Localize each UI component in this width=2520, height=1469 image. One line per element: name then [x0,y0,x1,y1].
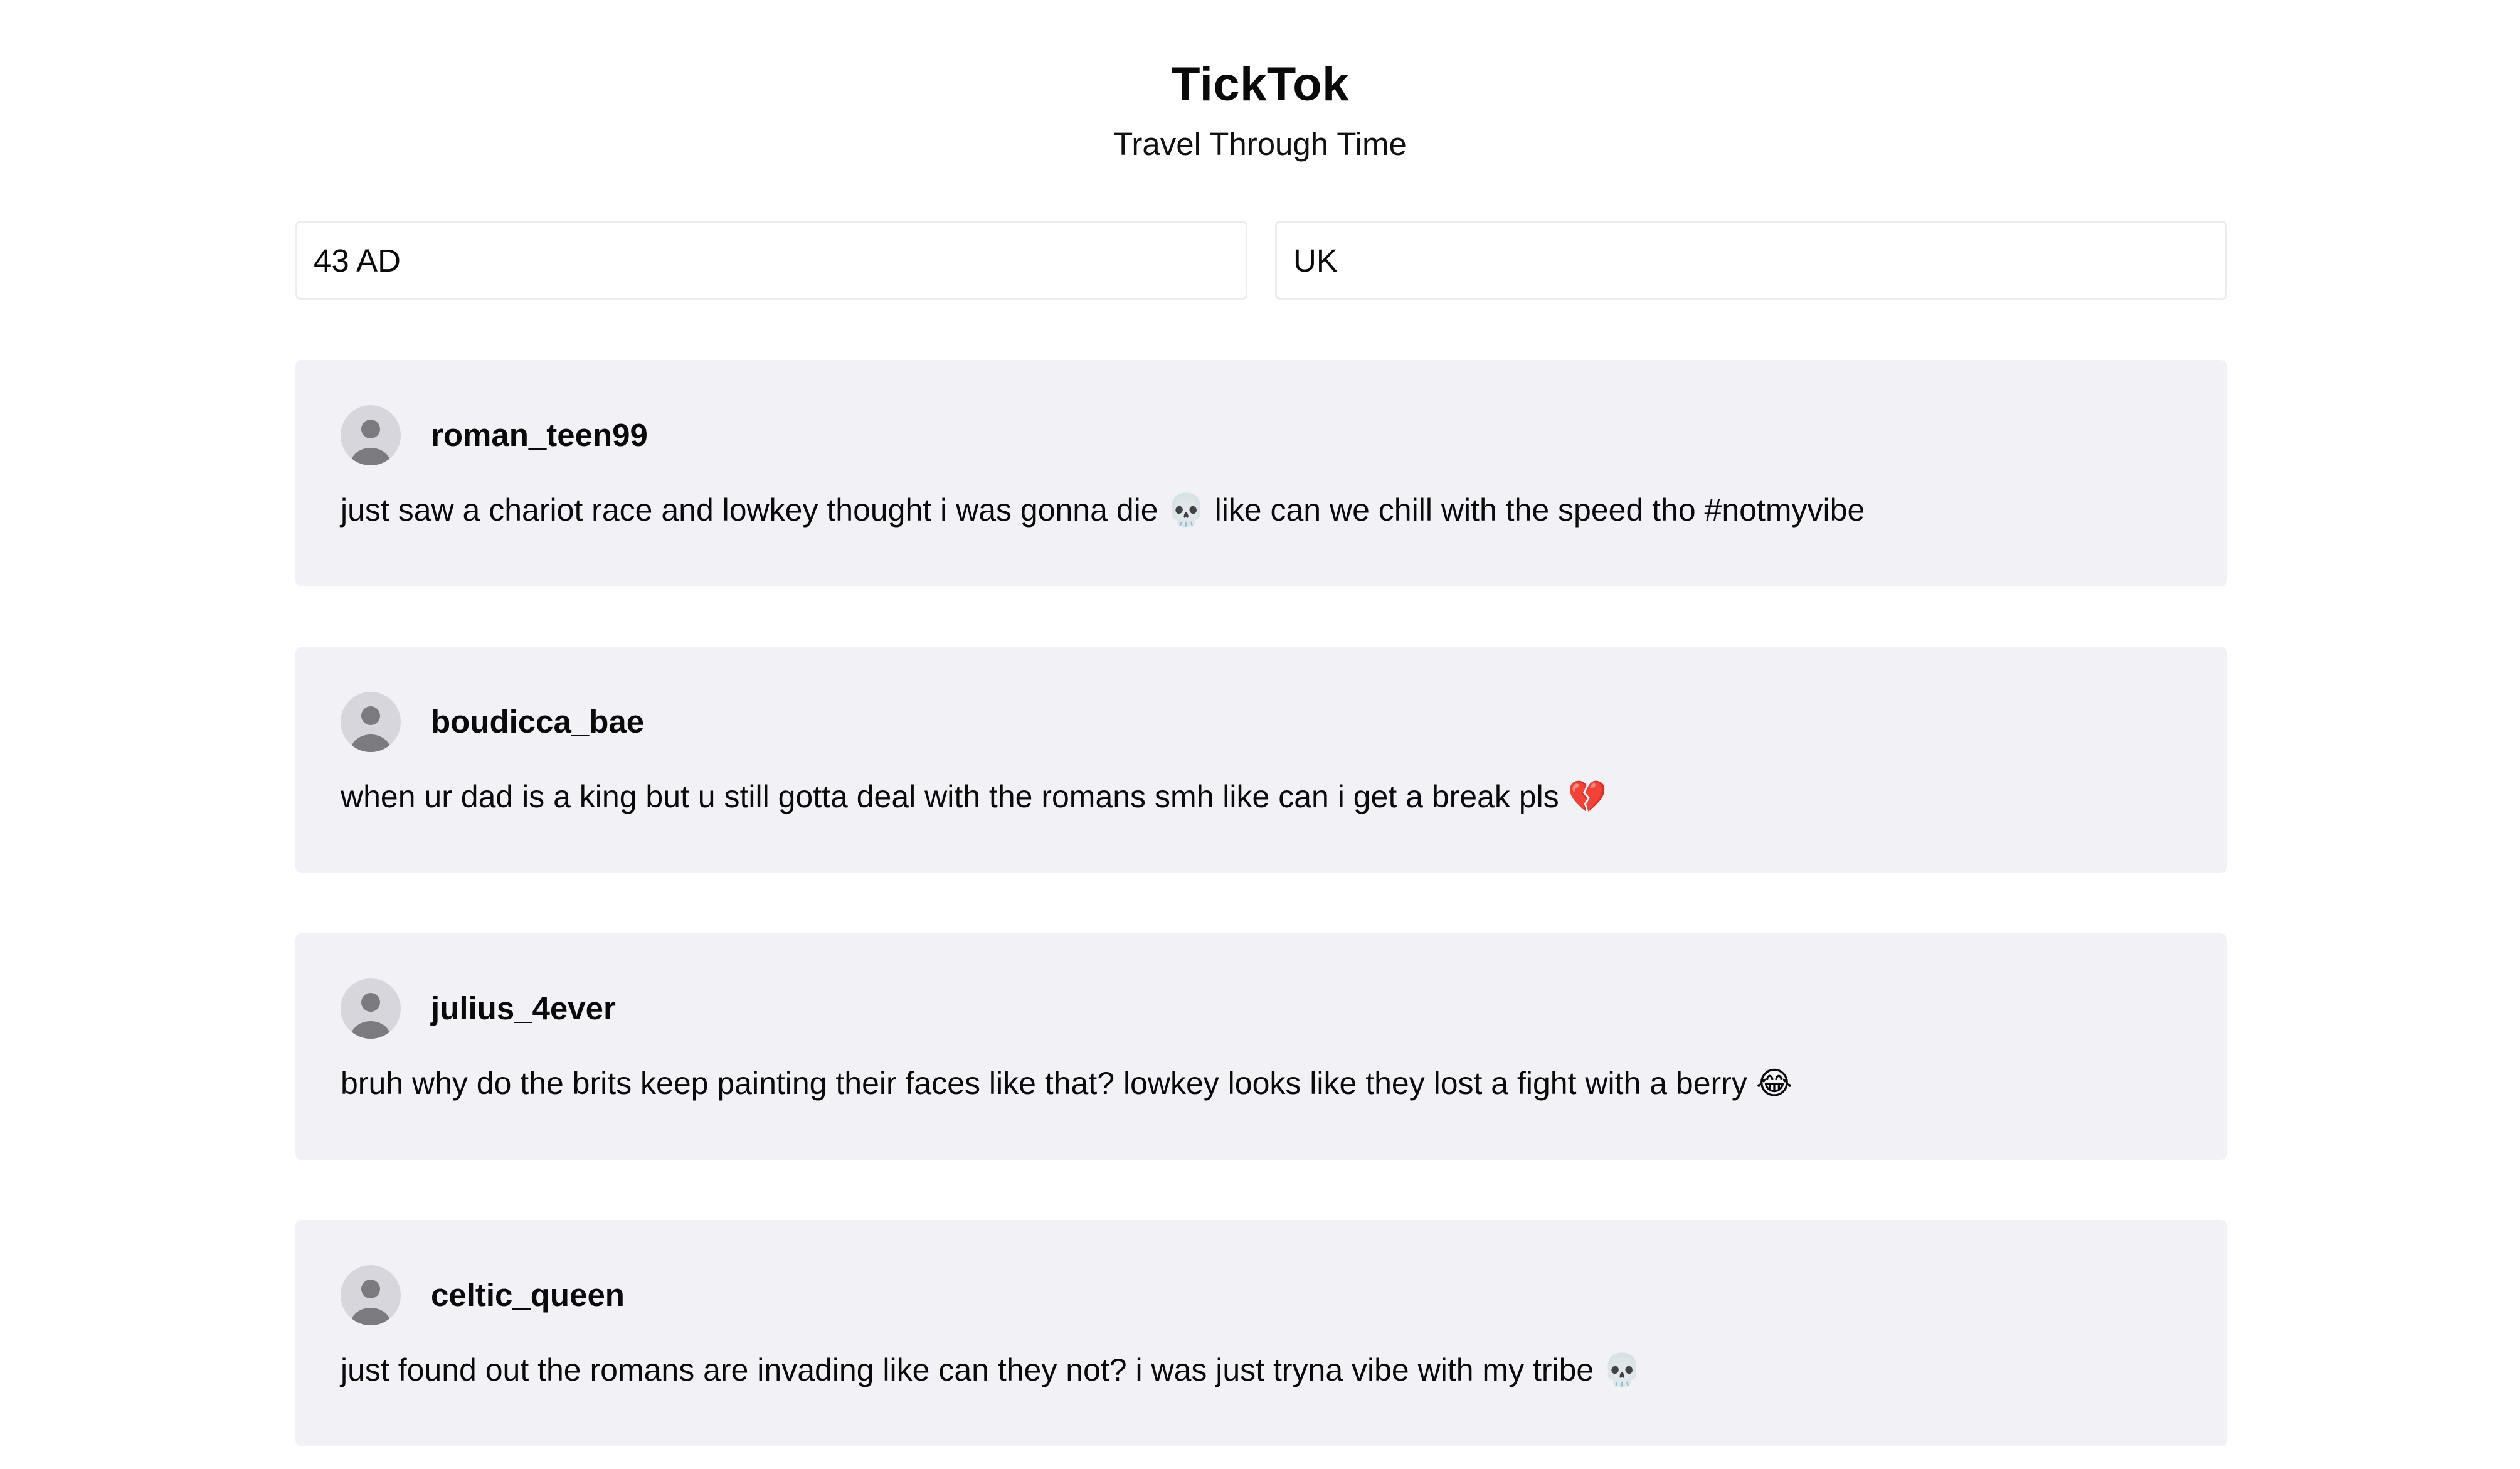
post-card[interactable]: celtic_queen just found out the romans a… [295,1220,2227,1446]
user-avatar-icon[interactable] [341,978,401,1039]
page: TickTok Travel Through Time roman_teen99… [0,0,2520,1469]
user-avatar-icon[interactable] [341,405,401,465]
year-input[interactable] [295,221,1247,300]
post-card[interactable]: julius_4ever bruh why do the brits keep … [295,933,2227,1160]
post-username[interactable]: roman_teen99 [431,416,648,454]
app-subtitle: Travel Through Time [1113,126,1407,162]
post-card[interactable]: roman_teen99 just saw a chariot race and… [295,360,2227,586]
post-text: just saw a chariot race and lowkey thoug… [341,492,1865,528]
post-feed: roman_teen99 just saw a chariot race and… [295,360,2227,1469]
post-text: just found out the romans are invading l… [341,1352,1642,1387]
app-title: TickTok [1171,58,1349,111]
post-header: julius_4ever [341,978,2182,1039]
user-avatar-icon[interactable] [341,692,401,752]
post-username[interactable]: boudicca_bae [431,703,644,741]
post-username[interactable]: celtic_queen [431,1276,625,1314]
location-input[interactable] [1275,221,2227,300]
app-header: TickTok Travel Through Time [0,50,2520,167]
post-card[interactable]: boudicca_bae when ur dad is a king but u… [295,647,2227,873]
user-avatar-icon[interactable] [341,1265,401,1325]
post-header: boudicca_bae [341,692,2182,752]
post-text: bruh why do the brits keep painting thei… [341,1066,1793,1101]
filter-bar [295,221,2227,300]
post-header: roman_teen99 [341,405,2182,465]
post-username[interactable]: julius_4ever [431,990,616,1027]
post-header: celtic_queen [341,1265,2182,1325]
post-text: when ur dad is a king but u still gotta … [341,779,1607,814]
